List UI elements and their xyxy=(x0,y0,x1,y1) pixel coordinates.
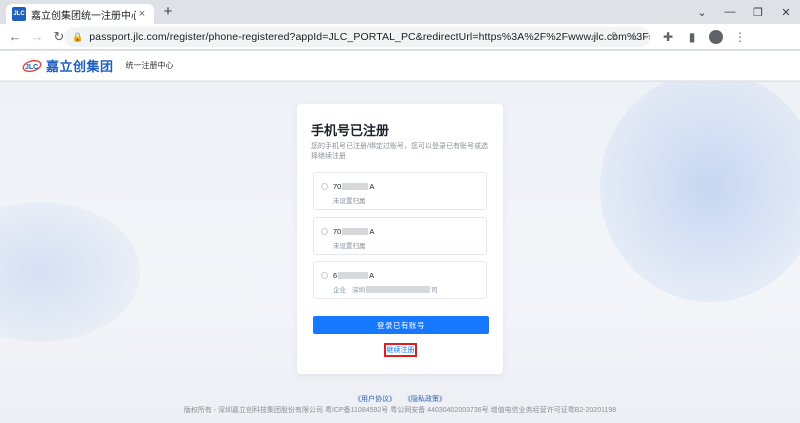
tab-search-icon[interactable]: ⌄ xyxy=(688,6,716,19)
account-affiliation: 企业 深圳 司 xyxy=(333,285,438,294)
share-icon[interactable]: ⇪ xyxy=(604,29,624,45)
bookmark-star-icon[interactable]: ☆ xyxy=(624,29,644,45)
radio-button[interactable] xyxy=(321,228,328,235)
new-tab-button[interactable]: + xyxy=(160,4,176,20)
logo-text[interactable]: 嘉立创集团 xyxy=(46,56,114,75)
tab-title: 嘉立创集团统一注册中心 xyxy=(31,10,136,22)
card-description: 您的手机号已注册/绑定过账号，您可以登录已有账号或选择继续注册 xyxy=(311,143,488,160)
menu-kebab-icon[interactable]: ⋮ xyxy=(728,30,752,44)
footer-copyright: 版权所有 - 深圳嘉立创科技集团股份有限公司 粤ICP备11084592号 粤公… xyxy=(183,407,617,414)
radio-button[interactable] xyxy=(321,183,328,190)
masked-text xyxy=(366,285,430,293)
address-bar[interactable]: 🔒 passport.jlc.com/register/phone-regist… xyxy=(64,27,650,47)
account-id: 70 A xyxy=(333,227,375,236)
decorative-blob xyxy=(600,82,800,302)
privacy-policy-link[interactable]: 《隐私政策》 xyxy=(404,396,446,403)
masked-text xyxy=(338,272,369,279)
google-lens-icon[interactable]: ⌕ xyxy=(584,29,604,45)
account-id: 70 A xyxy=(333,182,375,191)
masked-text xyxy=(342,183,369,190)
radio-button[interactable] xyxy=(321,272,328,279)
browser-extensions: ✚ ▮ ⋮ xyxy=(656,27,752,47)
browser-toolbar: ← → ↻ 🔒 passport.jlc.com/register/phone-… xyxy=(0,24,800,50)
account-id: 6 A xyxy=(333,271,375,280)
forward-arrow-icon[interactable]: → xyxy=(26,29,48,44)
masked-text xyxy=(342,228,369,235)
account-option[interactable]: 70 A 未设置归属 xyxy=(313,172,487,210)
login-existing-account-button[interactable]: 登录已有账号 xyxy=(313,316,489,334)
omnibox-actions: ⌕ ⇪ ☆ xyxy=(584,29,644,45)
extensions-puzzle-icon[interactable]: ✚ xyxy=(656,30,680,44)
account-option[interactable]: 6 A 企业 深圳 司 xyxy=(313,261,487,299)
browser-tab[interactable]: JLC 嘉立创集团统一注册中心 × xyxy=(6,4,154,24)
jlc-favicon-icon: JLC xyxy=(12,7,26,21)
site-subtitle: 统一注册中心 xyxy=(125,61,174,70)
svg-text:JLC: JLC xyxy=(25,64,38,71)
minimize-icon[interactable]: — xyxy=(716,6,744,18)
account-option[interactable]: 70 A 未设置归属 xyxy=(313,217,487,255)
window-controls: ⌄ — ❐ ✕ xyxy=(688,0,800,24)
profile-avatar-icon[interactable] xyxy=(709,30,723,44)
footer-links: 《用户协议》 《隐私政策》 xyxy=(0,394,800,404)
close-tab-icon[interactable]: × xyxy=(136,8,148,20)
decorative-blob xyxy=(0,202,140,342)
account-affiliation: 未设置归属 xyxy=(333,243,366,250)
continue-register-link[interactable]: 继续注册 xyxy=(384,343,417,357)
phone-registered-card: 手机号已注册 您的手机号已注册/绑定过账号，您可以登录已有账号或选择继续注册 7… xyxy=(297,104,503,374)
user-agreement-link[interactable]: 《用户协议》 xyxy=(354,396,396,403)
close-window-icon[interactable]: ✕ xyxy=(772,6,800,19)
lock-icon[interactable]: 🔒 xyxy=(72,32,83,43)
url-text[interactable]: passport.jlc.com/register/phone-register… xyxy=(89,31,650,43)
side-panel-icon[interactable]: ▮ xyxy=(680,30,704,44)
card-title: 手机号已注册 xyxy=(311,123,390,138)
account-affiliation: 未设置归属 xyxy=(333,198,366,205)
jlc-logo-icon[interactable]: JLC xyxy=(22,58,42,74)
browser-tab-bar: JLC 嘉立创集团统一注册中心 × + ⌄ — ❐ ✕ xyxy=(0,0,800,24)
maximize-icon[interactable]: ❐ xyxy=(744,6,772,19)
site-header: JLC 嘉立创集团 统一注册中心 xyxy=(0,51,800,81)
back-arrow-icon[interactable]: ← xyxy=(4,29,26,44)
